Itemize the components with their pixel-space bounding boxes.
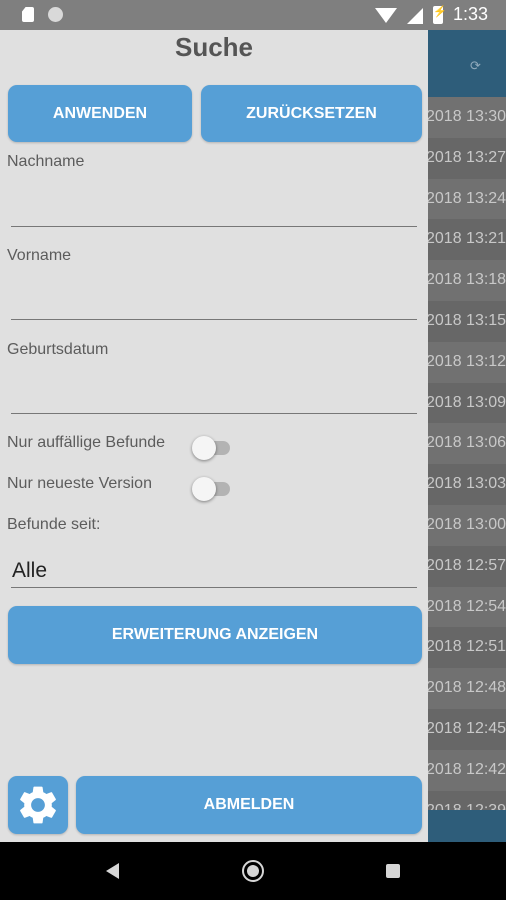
background-row[interactable]: 2018 12:51	[428, 627, 506, 669]
background-app-header: ⟳	[428, 30, 506, 97]
findings-since-underline	[11, 587, 417, 588]
background-row[interactable]: 2018 12:54	[428, 586, 506, 628]
findings-since-select[interactable]: Alle	[12, 559, 47, 583]
birthdate-underline	[11, 413, 417, 414]
background-row[interactable]: 2018 12:45	[428, 708, 506, 750]
background-footer	[428, 810, 506, 842]
last-name-input[interactable]	[11, 180, 417, 224]
abnormal-findings-toggle[interactable]	[192, 435, 232, 461]
latest-version-label: Nur neueste Version	[7, 475, 152, 492]
cell-signal-icon	[406, 7, 423, 24]
background-rows: 2018 13:30 2018 13:27 2018 13:24 2018 13:21…	[428, 97, 506, 832]
home-icon[interactable]	[242, 860, 264, 882]
circle-notification-icon	[48, 7, 63, 22]
abnormal-findings-label: Nur auffällige Befunde	[7, 434, 166, 451]
background-row[interactable]: 2018 13:21	[428, 219, 506, 261]
status-bar: 1:33	[0, 0, 506, 30]
background-row[interactable]: 2018 13:24	[428, 178, 506, 220]
findings-since-label: Befunde seit:	[7, 516, 101, 533]
first-name-input[interactable]	[11, 274, 417, 318]
sd-card-icon	[22, 7, 34, 22]
reset-button[interactable]: ZURÜCKSETZEN	[201, 85, 422, 142]
background-row[interactable]: 2018 12:57	[428, 545, 506, 587]
recent-apps-icon[interactable]	[386, 864, 400, 878]
background-row[interactable]: 2018 12:48	[428, 668, 506, 709]
logout-button[interactable]: ABMELDEN	[76, 776, 422, 834]
refresh-icon[interactable]: ⟳	[470, 58, 481, 74]
background-row[interactable]: 2018 13:27	[428, 137, 506, 179]
latest-version-toggle[interactable]	[192, 476, 232, 502]
background-row[interactable]: 2018 12:42	[428, 749, 506, 791]
system-nav-bar	[0, 842, 506, 900]
toggle-thumb	[192, 436, 216, 460]
background-row[interactable]: 2018 13:12	[428, 341, 506, 383]
wifi-icon	[374, 8, 397, 23]
status-time: 1:33	[452, 4, 488, 24]
settings-button[interactable]	[8, 776, 68, 834]
toggle-thumb	[192, 477, 216, 501]
birthdate-input[interactable]	[11, 368, 417, 412]
drawer-title: Suche	[174, 32, 254, 62]
background-row[interactable]: 2018 13:15	[428, 300, 506, 342]
gear-icon	[20, 786, 56, 824]
background-row[interactable]: 2018 13:30	[428, 97, 506, 138]
back-icon[interactable]	[106, 863, 119, 879]
battery-charging-icon	[432, 5, 447, 24]
background-row[interactable]: 2018 13:18	[428, 260, 506, 301]
apply-button[interactable]: ANWENDEN	[8, 85, 192, 142]
search-drawer: Suche ANWENDEN ZURÜCKSETZEN Nachname Vor…	[0, 30, 428, 842]
background-row[interactable]: 2018 13:00	[428, 504, 506, 546]
background-row[interactable]: 2018 13:03	[428, 464, 506, 505]
first-name-label: Vorname	[7, 247, 72, 264]
last-name-label: Nachname	[7, 153, 85, 170]
last-name-underline	[11, 226, 417, 227]
background-row[interactable]: 2018 13:06	[428, 423, 506, 465]
first-name-underline	[11, 319, 417, 320]
birthdate-label: Geburtsdatum	[7, 341, 109, 358]
background-row[interactable]: 2018 13:09	[428, 382, 506, 424]
show-extension-button[interactable]: ERWEITERUNG ANZEIGEN	[8, 606, 422, 664]
